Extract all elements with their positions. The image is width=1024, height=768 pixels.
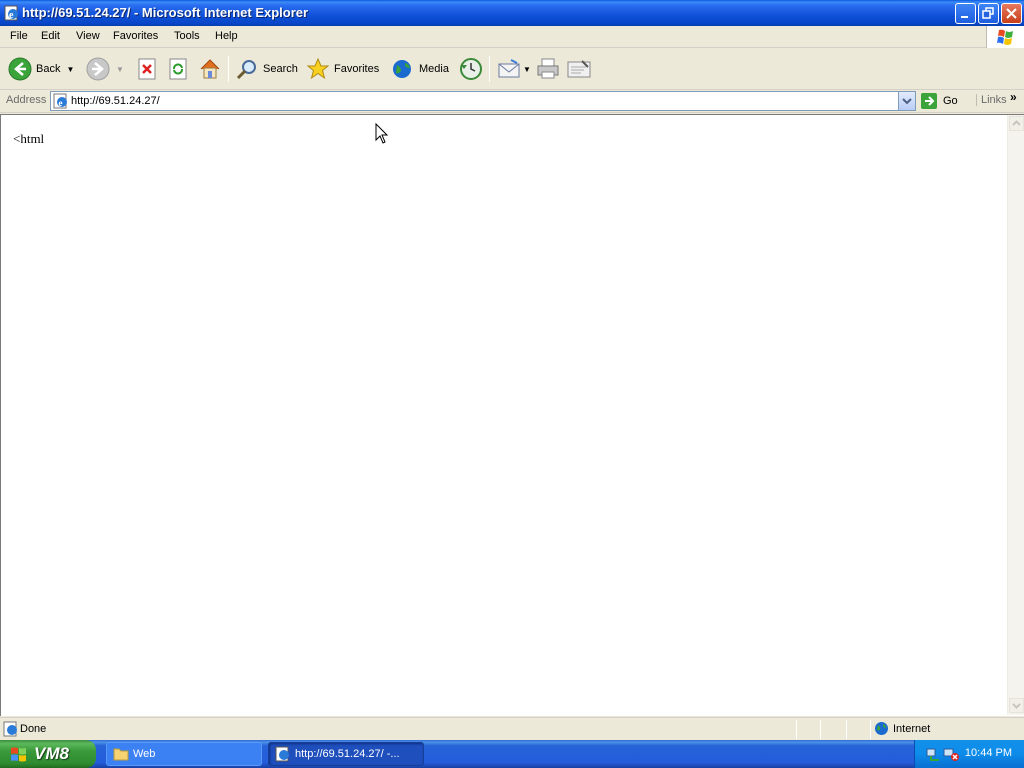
stop-icon [138, 58, 156, 80]
clock[interactable]: 10:44 PM [965, 747, 1012, 759]
mouse-cursor-icon [375, 123, 389, 144]
internet-globe-icon [875, 722, 888, 735]
minimize-button[interactable] [955, 3, 976, 24]
ie-page-icon: e [4, 5, 20, 21]
address-bar: Address e http://69.51.24.27/ Go Links » [0, 90, 1024, 113]
history-clock-icon [460, 58, 482, 80]
start-button[interactable]: VM8 [0, 740, 96, 768]
menu-bar: File Edit View Favorites Tools Help [0, 26, 1024, 48]
mail-dropdown-icon[interactable]: ▼ [523, 65, 531, 74]
scroll-down-button[interactable] [1009, 698, 1024, 713]
ie-page-icon: e [53, 93, 69, 109]
taskbar-item-web[interactable]: Web [106, 742, 262, 766]
address-input[interactable]: e http://69.51.24.27/ [50, 91, 916, 111]
history-button[interactable] [458, 55, 484, 83]
security-zone[interactable]: Internet [874, 721, 930, 736]
page-body-text: <html [13, 131, 45, 146]
back-button[interactable]: Back ▼ [8, 55, 74, 83]
network-icon[interactable] [925, 746, 941, 762]
windows-flag-icon [11, 747, 26, 762]
media-label: Media [419, 63, 449, 75]
menu-edit[interactable]: Edit [41, 30, 60, 42]
menu-file[interactable]: File [10, 30, 28, 42]
menu-tools[interactable]: Tools [174, 30, 200, 42]
stop-button[interactable] [136, 55, 158, 83]
address-url: http://69.51.24.27/ [71, 95, 160, 107]
forward-button[interactable]: ▼ [86, 55, 124, 83]
windows-logo-icon [986, 26, 1024, 48]
favorites-label: Favorites [334, 63, 380, 75]
taskbar-item-label: http://69.51.24.27/ -... [295, 748, 400, 760]
go-button[interactable]: Go [920, 92, 958, 110]
scroll-down-icon [1012, 703, 1021, 709]
star-icon [306, 57, 330, 80]
zone-label: Internet [893, 722, 931, 735]
printer-icon [537, 58, 559, 79]
page-content: <html [0, 114, 1024, 716]
menu-help[interactable]: Help [215, 30, 238, 42]
edit-button[interactable] [566, 55, 592, 83]
search-icon [236, 60, 256, 80]
toolbar-overflow-icon[interactable]: » [1010, 90, 1017, 104]
home-button[interactable] [198, 55, 222, 83]
ie-window: e http://69.51.24.27/ - Microsoft Intern… [0, 0, 1024, 740]
status-bar: Done Internet [0, 717, 1024, 740]
svg-text:e: e [59, 98, 63, 108]
address-label: Address [6, 94, 47, 106]
title-bar[interactable]: e http://69.51.24.27/ - Microsoft Intern… [0, 0, 1024, 26]
mail-button[interactable]: ▼ [497, 55, 531, 83]
favorites-button[interactable]: Favorites [306, 55, 379, 83]
menu-view[interactable]: View [76, 30, 100, 42]
back-label: Back [36, 63, 61, 75]
svg-text:e: e [9, 10, 14, 21]
folder-icon [113, 748, 129, 761]
mail-icon [498, 59, 520, 78]
chevron-down-icon [902, 98, 912, 105]
go-label: Go [943, 95, 958, 107]
taskbar-item-label: Web [133, 748, 156, 760]
window-title: http://69.51.24.27/ - Microsoft Internet… [22, 5, 309, 20]
standard-toolbar: Back ▼ ▼ Search Favorites Media ▼ [0, 48, 1024, 90]
restore-button[interactable] [978, 3, 999, 24]
home-icon [200, 59, 220, 79]
refresh-icon [169, 58, 187, 80]
taskbar: VM8 Web http://69.51.24.27/ -... 10:44 P… [0, 740, 1024, 768]
vertical-scrollbar[interactable] [1007, 115, 1024, 715]
search-button[interactable]: Search [235, 55, 298, 83]
menu-favorites[interactable]: Favorites [113, 30, 158, 42]
back-arrow-icon [8, 57, 32, 81]
media-globe-icon [393, 60, 411, 78]
refresh-button[interactable] [167, 55, 189, 83]
close-button[interactable] [1001, 3, 1022, 24]
go-arrow-icon [921, 93, 937, 109]
edit-page-icon [567, 60, 591, 78]
address-dropdown-button[interactable] [898, 92, 915, 110]
forward-dropdown-icon[interactable]: ▼ [116, 65, 124, 74]
page-status-icon [3, 721, 19, 740]
scroll-up-button[interactable] [1009, 116, 1024, 131]
print-button[interactable] [535, 55, 561, 83]
ie-page-icon [275, 746, 289, 762]
system-tray: 10:44 PM [914, 740, 1024, 768]
taskbar-item-ie[interactable]: http://69.51.24.27/ -... [268, 742, 424, 766]
links-toolbar[interactable]: Links [976, 94, 1007, 106]
back-dropdown-icon[interactable]: ▼ [66, 65, 74, 74]
forward-arrow-icon [86, 57, 110, 81]
network-warning-icon[interactable] [943, 746, 959, 762]
start-label: VM8 [34, 744, 69, 763]
media-button[interactable]: Media [391, 55, 449, 83]
status-text: Done [20, 723, 47, 735]
search-label: Search [263, 63, 298, 75]
scroll-up-icon [1012, 120, 1021, 126]
